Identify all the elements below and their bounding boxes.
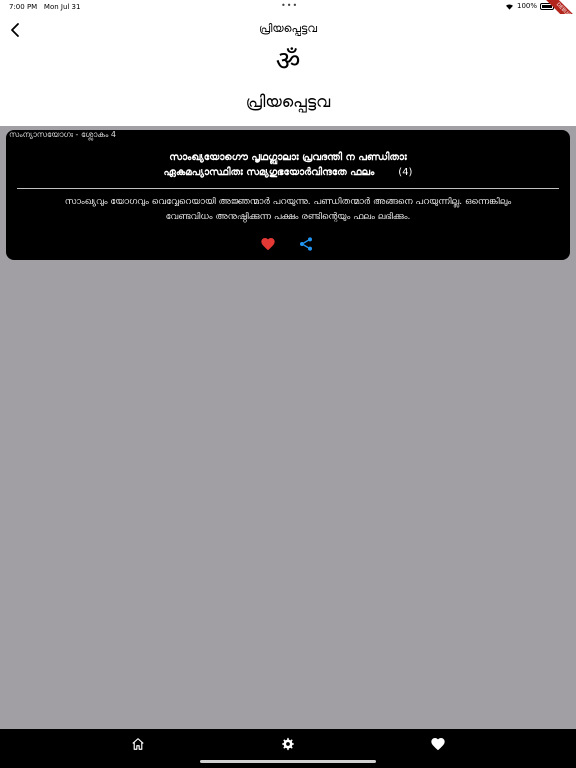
sloka-number: (4) xyxy=(398,167,413,178)
home-indicator[interactable] xyxy=(200,760,376,763)
chapter-verse-label: സംന്യാസയോഗഃ - ശ്ലോകം 4 xyxy=(9,130,116,139)
favorite-button[interactable] xyxy=(260,236,276,252)
wifi-icon xyxy=(505,3,513,10)
status-indicators: 100% xyxy=(505,2,554,10)
share-button[interactable] xyxy=(298,236,314,252)
sloka-line-1: സാംഖ്യയോഗൌ പൃഥഗ്ബാലാഃ പ്രവദന്തി ന പണ്ഡിത… xyxy=(169,152,407,163)
status-time: 7:00 PM Mon Jul 31 xyxy=(9,3,81,11)
meaning-text: സാംഖ്യവും യോഗവും വെവ്വേറെയായി അജ്ഞന്മാർ … xyxy=(20,195,556,225)
bottom-navigation xyxy=(0,729,576,768)
meaning-line-2: വേണ്ടവിധം അനുഷ്ഠിക്കുന്ന പക്ഷം രണ്ടിന്റെ… xyxy=(165,212,411,222)
divider xyxy=(17,188,559,189)
status-bar: 7:00 PM Mon Jul 31 ••• 100% xyxy=(0,0,576,14)
om-symbol: ॐ xyxy=(275,46,301,77)
status-date: Mon Jul 31 xyxy=(43,3,81,11)
heart-icon xyxy=(431,738,445,751)
share-icon xyxy=(300,237,312,251)
nav-settings-button[interactable] xyxy=(280,736,296,752)
home-icon xyxy=(132,738,144,750)
nav-home-button[interactable] xyxy=(130,736,146,752)
sloka-line-2: ഏകമപ്യാസ്ഥിതഃ സമ്യഗുഭയോർവിന്ദതേ ഫലം (4) xyxy=(163,167,413,178)
heart-icon xyxy=(261,238,275,251)
page-heading: പ്രിയപ്പെട്ടവ xyxy=(245,92,331,111)
meaning-line-1: സാംഖ്യവും യോഗവും വെവ്വേറെയായി അജ്ഞന്മാർ … xyxy=(64,197,512,207)
sloka-text: സാംഖ്യയോഗൌ പൃഥഗ്ബാലാഃ പ്രവദന്തി ന പണ്ഡിത… xyxy=(6,150,570,180)
gear-icon xyxy=(282,737,294,751)
multitasking-dots[interactable]: ••• xyxy=(281,1,298,10)
verse-card[interactable]: സംന്യാസയോഗഃ - ശ്ലോകം 4 സാംഖ്യയോഗൌ പൃഥഗ്ബ… xyxy=(6,130,570,260)
nav-favorites-button[interactable] xyxy=(430,736,446,752)
battery-percent: 100% xyxy=(516,2,537,10)
nav-title: പ്രിയപ്പെട്ടവ xyxy=(258,22,318,35)
app-header: പ്രിയപ്പെട്ടവ ॐ പ്രിയപ്പെട്ടവ xyxy=(0,14,576,126)
card-actions xyxy=(6,236,570,252)
